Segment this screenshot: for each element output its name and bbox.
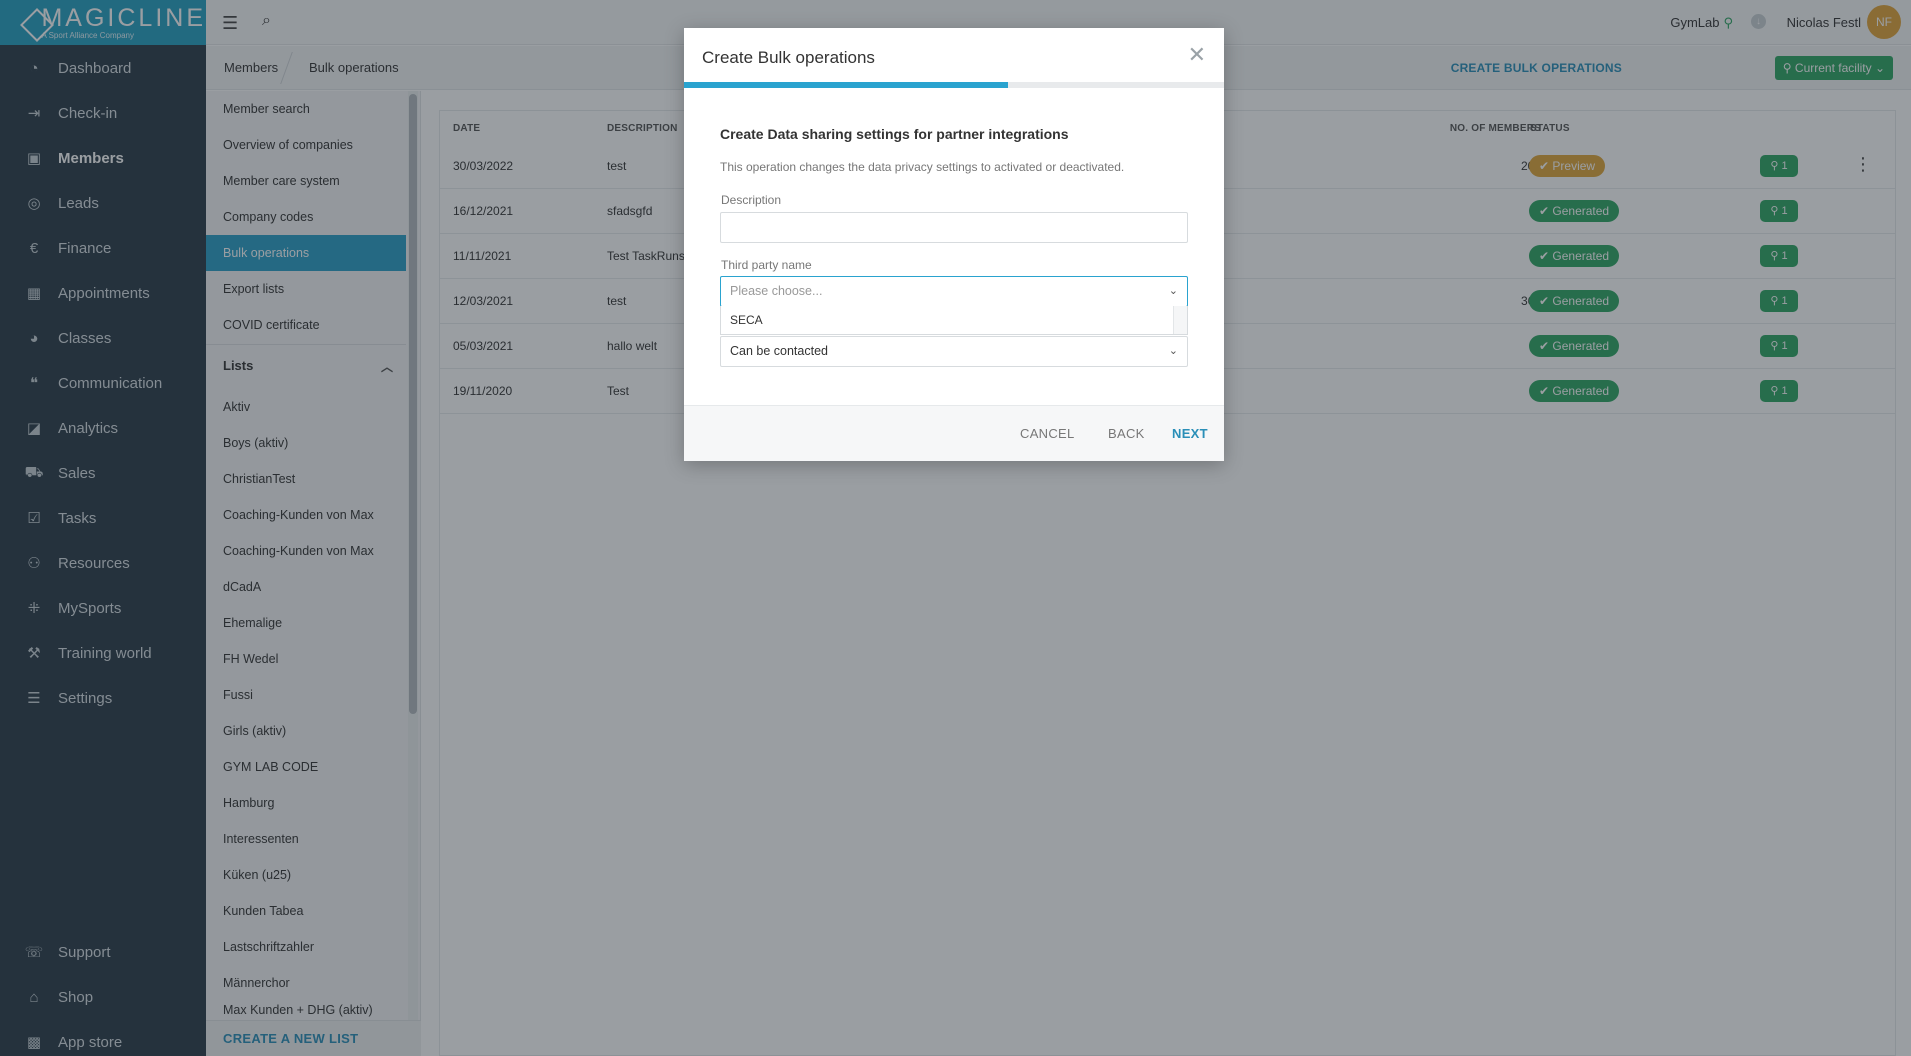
step-description: This operation changes the data privacy … (720, 160, 1125, 174)
cancel-button[interactable]: CANCEL (1020, 426, 1075, 441)
contact-permission-select[interactable]: Can be contacted ⌄ (720, 336, 1188, 367)
chevron-down-icon: ⌄ (1168, 285, 1178, 297)
wizard-progress-bar (684, 82, 1224, 88)
dropdown-option-seca[interactable]: SECA (730, 313, 763, 327)
modal-footer: CANCEL BACK NEXT (684, 405, 1224, 461)
wizard-progress-fill (684, 82, 1008, 88)
dropdown-scrollbar[interactable] (1173, 306, 1187, 334)
chevron-down-icon: ⌄ (1168, 345, 1178, 357)
third-party-placeholder: Please choose... (730, 284, 823, 298)
back-button[interactable]: BACK (1108, 426, 1145, 441)
third-party-name-label: Third party name (721, 258, 812, 272)
third-party-dropdown: SECA (720, 306, 1188, 335)
third-party-name-select[interactable]: Please choose... ⌄ (720, 276, 1188, 307)
modal-title: Create Bulk operations (702, 48, 875, 67)
next-button[interactable]: NEXT (1172, 426, 1208, 441)
description-label: Description (721, 193, 782, 207)
close-icon[interactable]: ✕ (1188, 42, 1206, 68)
step-heading: Create Data sharing settings for partner… (720, 126, 1069, 142)
description-field[interactable] (720, 212, 1188, 243)
contact-permission-value: Can be contacted (730, 344, 828, 358)
create-bulk-operations-modal: Create Bulk operations ✕ Create Data sha… (684, 28, 1224, 461)
